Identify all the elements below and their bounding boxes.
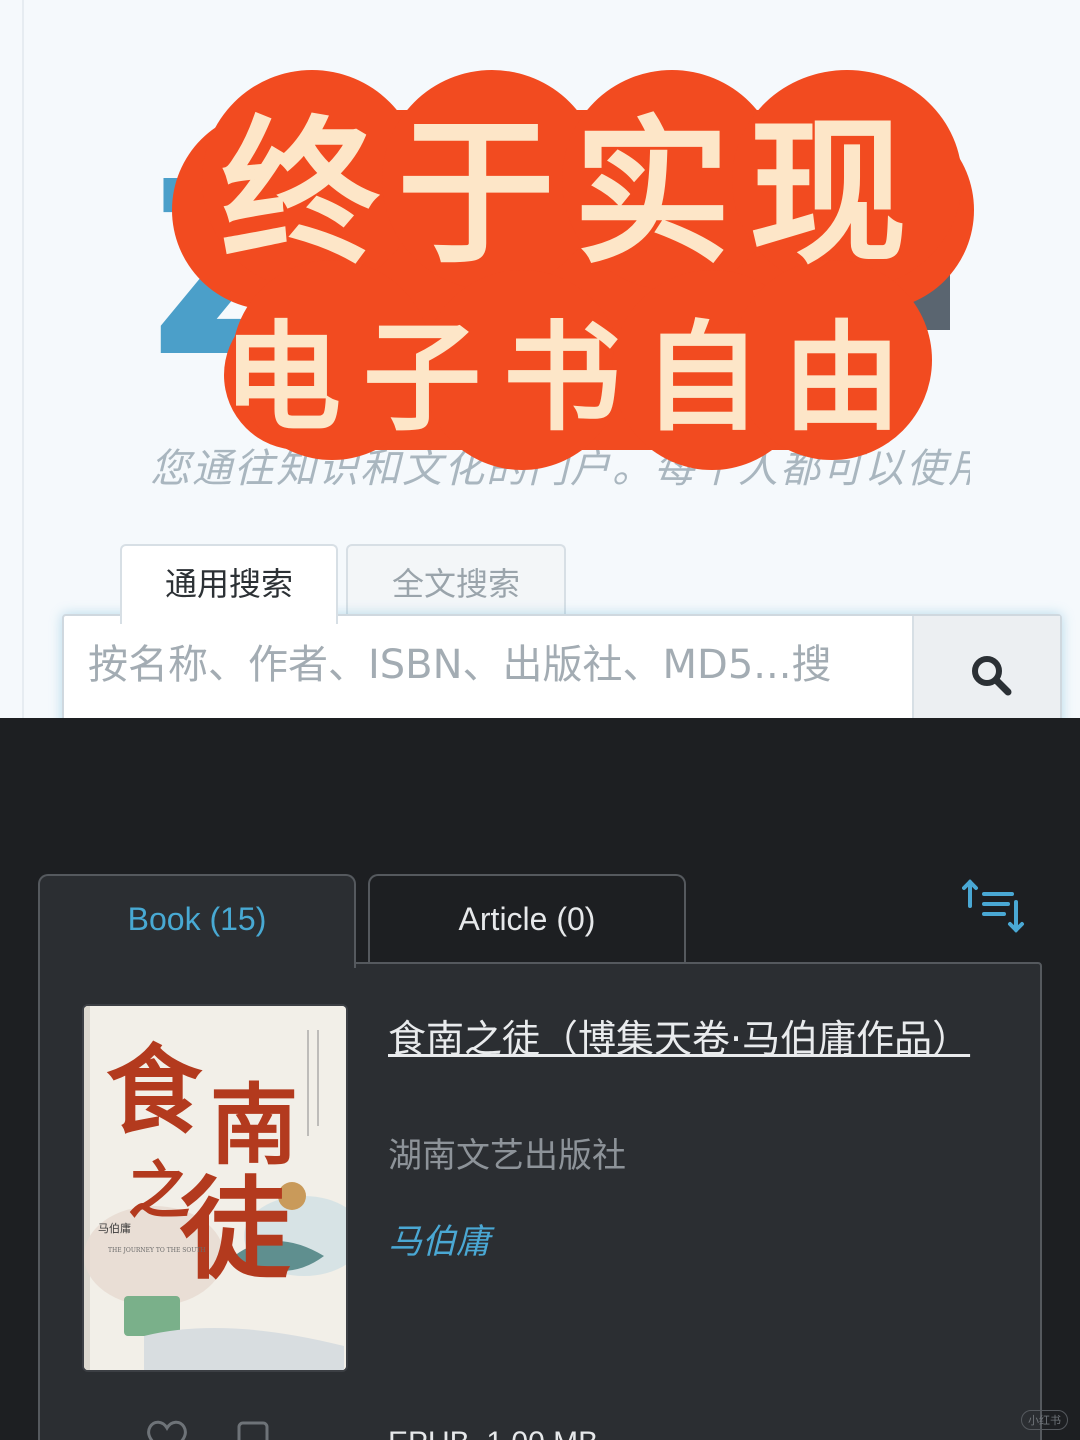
- book-author-link[interactable]: 马伯庸: [388, 1214, 490, 1263]
- book-cover[interactable]: 食 南 之 徒 马伯庸 THE JOURNEY TO THE SOUTH: [84, 1006, 346, 1370]
- book-title-link[interactable]: 食南之徒（博集天卷·马伯庸作品）: [388, 1014, 988, 1064]
- search-icon: [972, 656, 1012, 696]
- svg-text:THE JOURNEY TO THE SOUTH: THE JOURNEY TO THE SOUTH: [108, 1247, 206, 1254]
- search-bar: [62, 614, 1062, 718]
- site-header-area: Z 您通往知识和文化的门户。每个人都可以使用。 终于实现 电子书自由 通用搜索 …: [0, 0, 1080, 718]
- svg-text:南: 南: [210, 1073, 298, 1177]
- search-input[interactable]: [88, 642, 908, 688]
- book-result-card[interactable]: 食 南 之 徒 马伯庸 THE JOURNEY TO THE SOUTH 食南之…: [38, 962, 1042, 1440]
- search-button[interactable]: [912, 616, 1060, 718]
- tab-books[interactable]: Book (15): [38, 874, 356, 968]
- file-icon[interactable]: [236, 1420, 270, 1440]
- banner-subheadline: 电子书自由: [222, 308, 923, 447]
- divider: [22, 0, 24, 718]
- book-file-info: EPUB, 1.00 MB: [388, 1426, 598, 1440]
- watermark-badge: 小红书: [1021, 1410, 1068, 1430]
- svg-text:马伯庸: 马伯庸: [98, 1221, 131, 1235]
- svg-text:徒: 徒: [179, 1165, 291, 1294]
- results-area: Book (15) Article (0) 食 南 之 徒 马伯庸 THE JO…: [0, 718, 1080, 1440]
- book-publisher: 湖南文艺出版社: [388, 1136, 626, 1176]
- tab-fulltext-search[interactable]: 全文搜索: [346, 544, 566, 620]
- banner-headline: 终于实现: [221, 101, 925, 286]
- heart-icon[interactable]: [144, 1418, 190, 1440]
- sort-icon: [962, 879, 1024, 933]
- svg-text:食: 食: [106, 1034, 203, 1147]
- sort-button[interactable]: [962, 878, 1032, 938]
- tab-articles[interactable]: Article (0): [368, 874, 686, 964]
- book-cover-art: 食 南 之 徒 马伯庸 THE JOURNEY TO THE SOUTH: [84, 1006, 346, 1370]
- tab-general-search[interactable]: 通用搜索: [120, 544, 338, 624]
